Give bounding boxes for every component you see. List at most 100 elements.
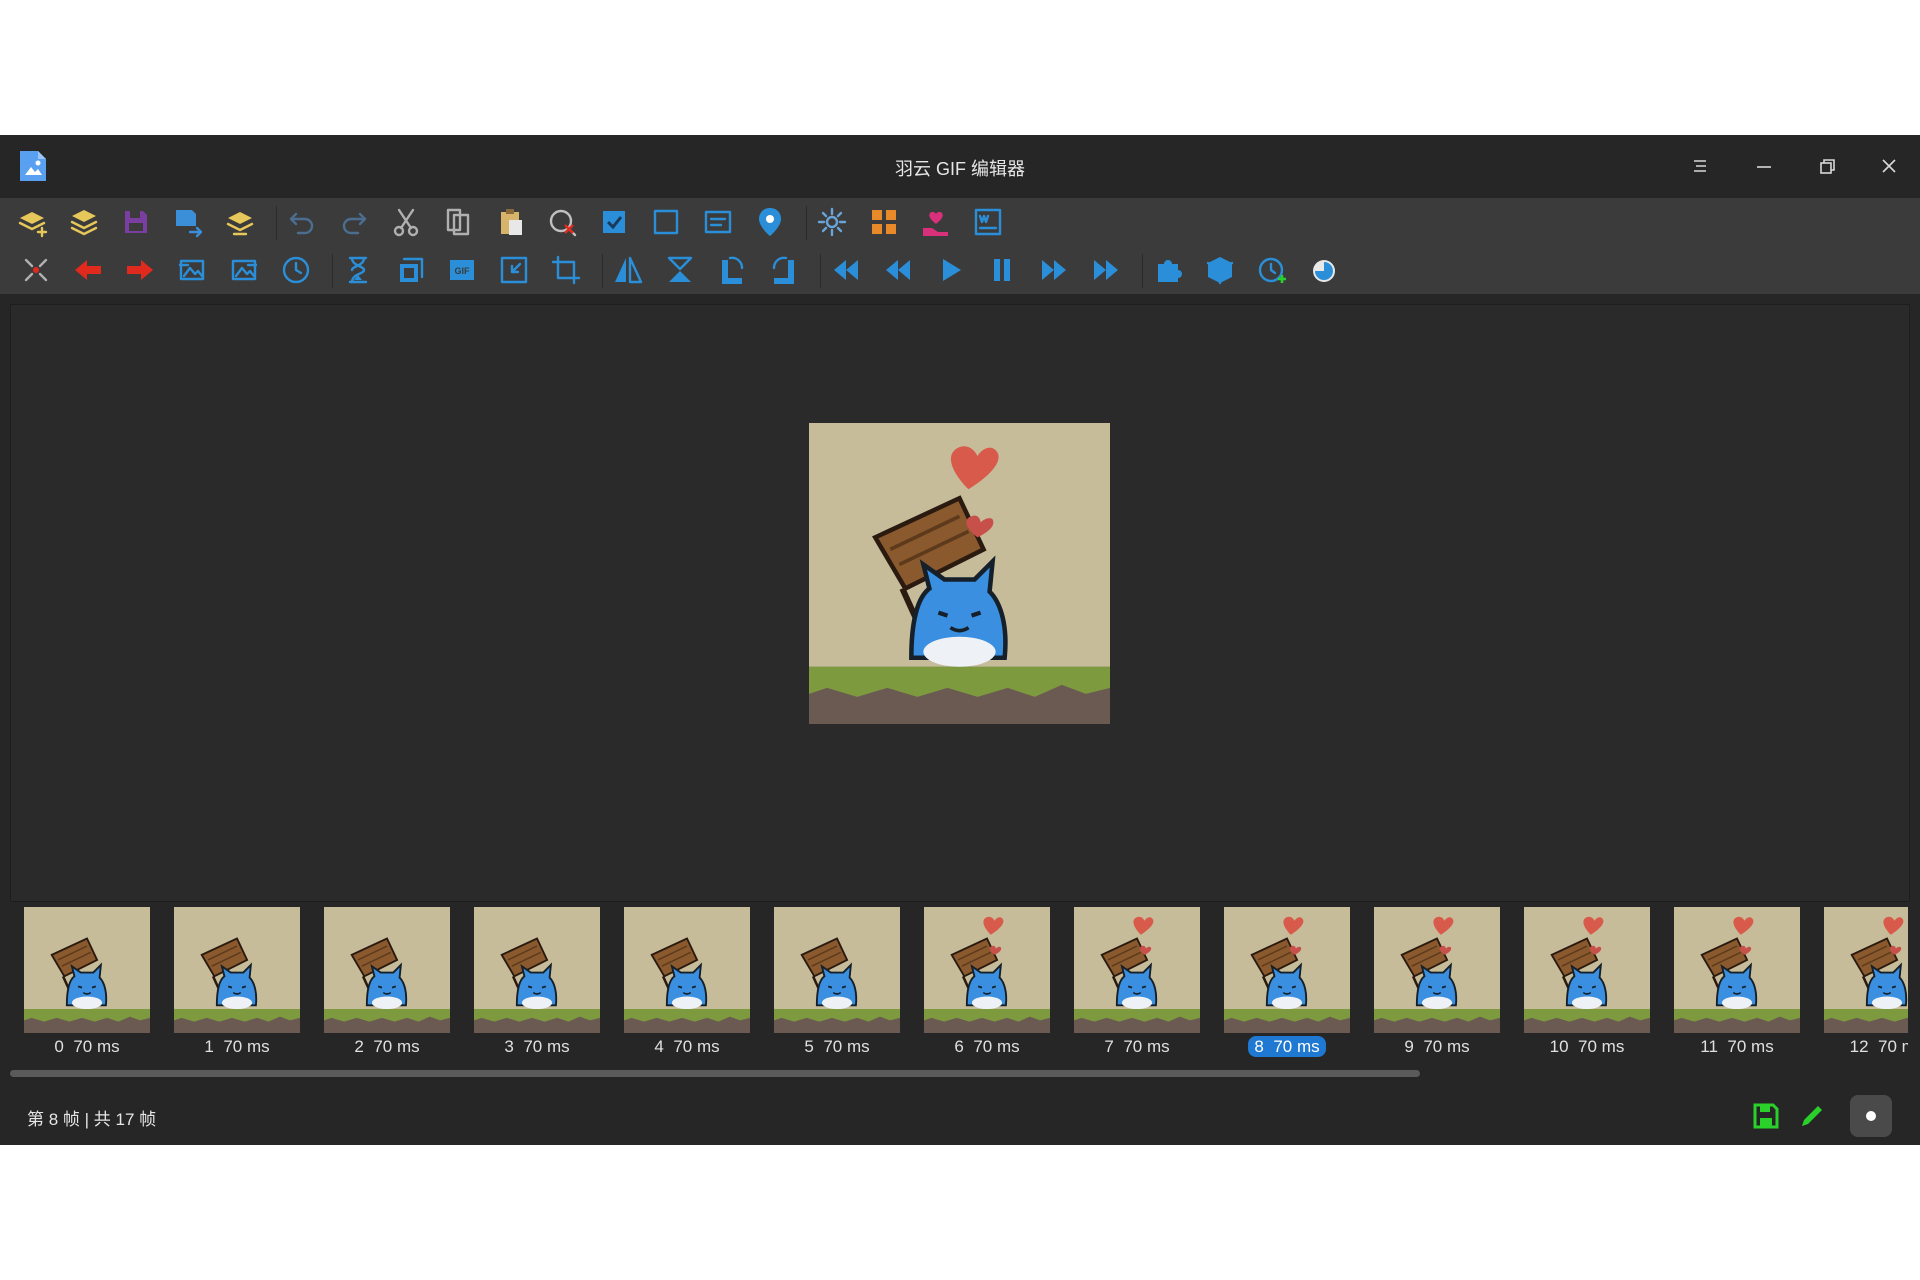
save-button[interactable]: [116, 202, 156, 242]
export-layers-button[interactable]: [220, 202, 260, 242]
frame-thumbnail[interactable]: 1 70 ms: [174, 907, 300, 1057]
flip-horizontal-button[interactable]: [608, 250, 648, 290]
frame-thumbnail[interactable]: 3 70 ms: [474, 907, 600, 1057]
frame-thumbnail[interactable]: 6 70 ms: [924, 907, 1050, 1057]
image-insert-right-button[interactable]: [224, 250, 264, 290]
frame-thumbnail[interactable]: 8 70 ms: [1224, 907, 1350, 1057]
pencil-icon[interactable]: [1796, 1100, 1828, 1132]
rotate-left-button[interactable]: [712, 250, 752, 290]
last-frame-button[interactable]: [1086, 250, 1126, 290]
frame-label: 12 70 ms: [1824, 1037, 1908, 1057]
frame-thumbnail[interactable]: 4 70 ms: [624, 907, 750, 1057]
scatter-button[interactable]: [16, 250, 56, 290]
frame-image: [324, 907, 450, 1033]
copy-button[interactable]: [438, 202, 478, 242]
cube-button[interactable]: [1200, 250, 1240, 290]
frame-thumbnail[interactable]: 2 70 ms: [324, 907, 450, 1057]
image-insert-left-icon: [178, 259, 205, 281]
plugin-puzzle-button[interactable]: [1148, 250, 1188, 290]
crop-button[interactable]: [546, 250, 586, 290]
frame-thumbnail[interactable]: 0 70 ms: [24, 907, 150, 1057]
frame-label: 0 70 ms: [24, 1037, 150, 1057]
frame-index: 7: [1104, 1037, 1114, 1056]
save-icon: [125, 211, 147, 233]
toolbar: GIF: [0, 198, 1920, 294]
gif-button[interactable]: GIF: [442, 250, 482, 290]
history-clock-button[interactable]: [276, 250, 316, 290]
checkbox-checked-button[interactable]: [594, 202, 634, 242]
stack-layers-button[interactable]: [64, 202, 104, 242]
frame-delay: 70 ms: [373, 1037, 420, 1056]
frame-label-text: 2 70 ms: [354, 1037, 419, 1056]
menu-button[interactable]: [1685, 151, 1715, 181]
frame-image: [1374, 907, 1500, 1033]
checkbox-empty-button[interactable]: [646, 202, 686, 242]
first-frame-button[interactable]: [826, 250, 866, 290]
frame-settings-button[interactable]: [698, 202, 738, 242]
frame-thumbnail[interactable]: 11 70 ms: [1674, 907, 1800, 1057]
close-button[interactable]: [1874, 151, 1904, 181]
shrink-button[interactable]: [494, 250, 534, 290]
pause-button[interactable]: [982, 250, 1022, 290]
add-layers-button[interactable]: [12, 202, 52, 242]
frame-index: 6: [954, 1037, 964, 1056]
widgets-icon: [872, 210, 896, 234]
minimize-button[interactable]: [1749, 151, 1779, 181]
frame-label-text: 0 70 ms: [54, 1037, 119, 1056]
hamburger-menu-icon: [1694, 160, 1706, 172]
frame-thumbnail[interactable]: 7 70 ms: [1074, 907, 1200, 1057]
flip-vertical-button[interactable]: [660, 250, 700, 290]
frame-index: 1: [204, 1037, 214, 1056]
save-as-button[interactable]: [168, 202, 208, 242]
play-button[interactable]: [930, 250, 970, 290]
location-pin-icon: [759, 208, 781, 236]
gear-button[interactable]: [812, 202, 852, 242]
frame-thumbnail[interactable]: 10 70 ms: [1524, 907, 1650, 1057]
frame-delay: 70 ms: [1423, 1037, 1470, 1056]
rotate-right-button[interactable]: [764, 250, 804, 290]
previous-frame-button[interactable]: [878, 250, 918, 290]
frame-index: 11: [1700, 1037, 1718, 1056]
frame-delay: 70 ms: [1727, 1037, 1774, 1056]
timer-icon: [1313, 260, 1335, 282]
frame-strip-scrollbar[interactable]: [10, 1070, 1420, 1077]
image-insert-left-button[interactable]: [172, 250, 212, 290]
clock-add-button[interactable]: [1252, 250, 1292, 290]
previous-frame-icon: [886, 260, 910, 280]
checkbox-empty-icon: [653, 209, 679, 235]
restore-button[interactable]: [1812, 151, 1842, 181]
frames-button[interactable]: [390, 250, 430, 290]
frame-index: 5: [804, 1037, 814, 1056]
location-pin-button[interactable]: [750, 202, 790, 242]
paste-button[interactable]: [490, 202, 530, 242]
theme-toggle-button[interactable]: [1850, 1095, 1892, 1137]
frame-thumbnail[interactable]: 9 70 ms: [1374, 907, 1500, 1057]
redo-button[interactable]: [334, 202, 374, 242]
flip-horizontal-icon: [615, 256, 643, 284]
arrow-right-button[interactable]: [120, 250, 160, 290]
wiki-button[interactable]: [968, 202, 1008, 242]
widgets-button[interactable]: [864, 202, 904, 242]
redo-icon: [342, 212, 367, 235]
toolbar-separator: [332, 254, 333, 288]
frame-image: [1824, 907, 1908, 1033]
hourglass-button[interactable]: [338, 250, 378, 290]
search-remove-button[interactable]: [542, 202, 582, 242]
frame-index: 8: [1254, 1037, 1264, 1056]
frame-thumbnail[interactable]: 12 70 ms: [1824, 907, 1908, 1057]
donate-heart-button[interactable]: [916, 202, 956, 242]
undo-button[interactable]: [282, 202, 322, 242]
image-insert-right-icon: [231, 259, 258, 281]
frame-image: [1074, 907, 1200, 1033]
next-frame-button[interactable]: [1034, 250, 1074, 290]
timer-button[interactable]: [1304, 250, 1344, 290]
cut-button[interactable]: [386, 202, 426, 242]
save-icon[interactable]: [1750, 1100, 1782, 1132]
frame-thumbnail[interactable]: 5 70 ms: [774, 907, 900, 1057]
copy-icon: [446, 208, 470, 236]
preview-canvas[interactable]: [10, 304, 1910, 902]
frame-index: 3: [504, 1037, 514, 1056]
arrow-left-button[interactable]: [68, 250, 108, 290]
wiki-icon: [974, 208, 1002, 236]
frame-index: 0: [54, 1037, 64, 1056]
